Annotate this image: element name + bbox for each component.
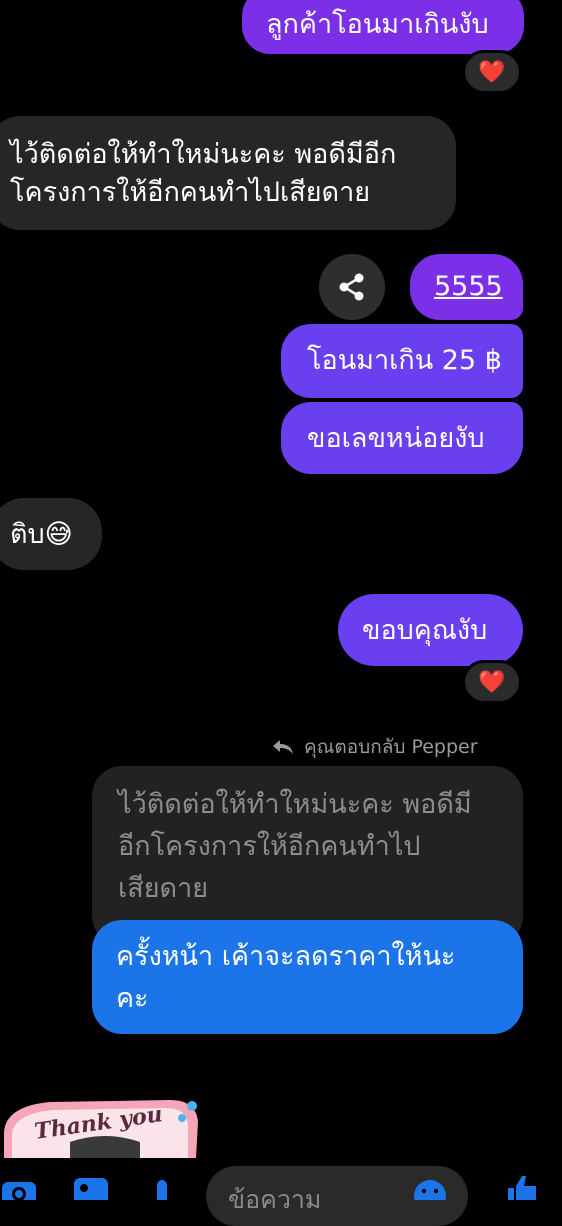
quoted-text-line: เสียดาย xyxy=(118,873,209,904)
message-text: ลูกค้าโอนมาเกินงับ xyxy=(266,9,489,40)
reaction-badge[interactable]: ❤️ xyxy=(462,660,522,704)
message-text: โอนมาเกิน 25 ฿ xyxy=(307,345,502,376)
message-text-line: ไว้ติดต่อให้ทำใหม่นะคะ พอดีมีอีก xyxy=(10,139,397,170)
incoming-message[interactable]: ติบ😅 xyxy=(0,498,102,570)
outgoing-message[interactable]: ขอเลขหน่อยงับ xyxy=(281,402,523,474)
camera-button[interactable] xyxy=(0,1174,40,1208)
emoji-button[interactable] xyxy=(412,1176,448,1212)
message-text-line: คะ xyxy=(116,983,149,1014)
share-icon xyxy=(339,273,364,301)
like-button[interactable] xyxy=(506,1172,540,1200)
microphone-icon xyxy=(157,1180,167,1204)
reply-label: คุณตอบกลับ Pepper xyxy=(272,732,478,762)
outgoing-message[interactable]: ขอบคุณงับ xyxy=(338,594,523,666)
microphone-button[interactable] xyxy=(150,1176,174,1204)
quoted-message[interactable]: ไว้ติดต่อให้ทำใหม่นะคะ พอดีมี อีกโครงการ… xyxy=(92,766,523,946)
message-text: ขอเลขหน่อยงับ xyxy=(307,423,485,454)
outgoing-message[interactable]: ลูกค้าโอนมาเกินงับ xyxy=(242,0,524,54)
outgoing-message[interactable]: โอนมาเกิน 25 ฿ xyxy=(281,324,523,398)
thank-you-sticker[interactable]: Thank you xyxy=(0,1092,210,1158)
message-text-line: โครงการให้อีกคนทำไปเสียดาย xyxy=(10,177,371,208)
reply-label-text: คุณตอบกลับ Pepper xyxy=(304,736,478,758)
reply-arrow-icon xyxy=(273,740,293,754)
outgoing-message-link[interactable]: 5555 xyxy=(410,254,523,320)
quoted-text-line: ไว้ติดต่อให้ทำใหม่นะคะ พอดีมี xyxy=(118,789,472,820)
message-text: ขอบคุณงับ xyxy=(362,615,488,646)
incoming-message[interactable]: ไว้ติดต่อให้ทำใหม่นะคะ พอดีมีอีก โครงการ… xyxy=(0,116,456,230)
image-button[interactable] xyxy=(70,1172,114,1208)
quoted-text-line: อีกโครงการให้อีกคนทำไป xyxy=(118,831,421,862)
reply-message[interactable]: ครั้งหน้า เค้าจะลดราคาให้นะ คะ xyxy=(92,920,523,1034)
heart-icon: ❤️ xyxy=(478,59,506,85)
reaction-badge[interactable]: ❤️ xyxy=(462,50,522,94)
message-text-line: ครั้งหน้า เค้าจะลดราคาให้นะ xyxy=(116,941,456,972)
message-text: ติบ😅 xyxy=(10,519,73,550)
heart-icon: ❤️ xyxy=(478,669,506,695)
emoji-icon xyxy=(414,1180,446,1212)
camera-icon xyxy=(2,1182,36,1208)
image-icon xyxy=(74,1178,108,1208)
thumbs-up-icon xyxy=(508,1176,536,1200)
message-link-text[interactable]: 5555 xyxy=(434,271,503,302)
share-button[interactable] xyxy=(319,254,385,320)
